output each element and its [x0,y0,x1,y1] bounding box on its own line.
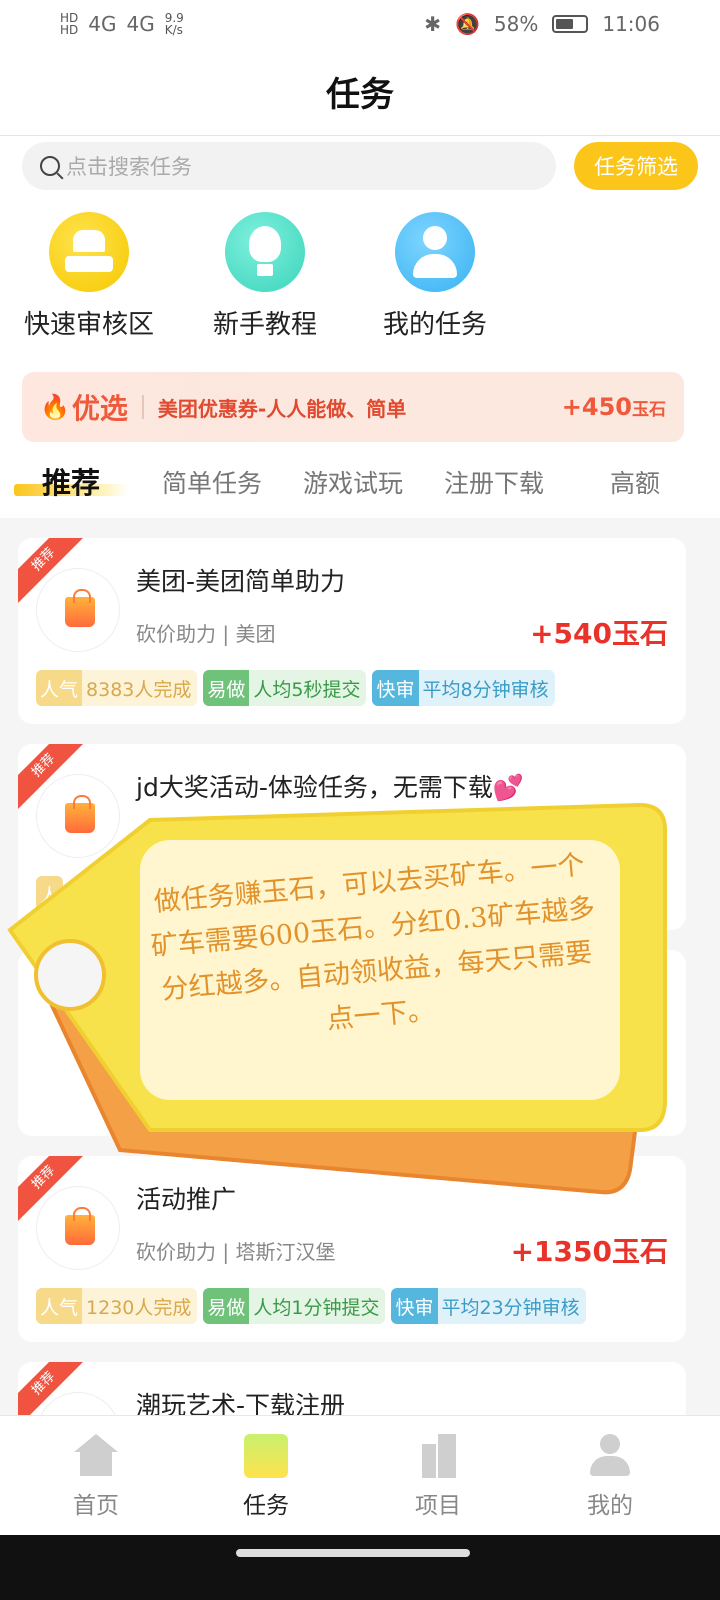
task-tags: 人 [36,876,64,912]
tab-recommended[interactable]: 推荐 [42,460,100,502]
bluetooth-icon: ✱ [424,12,441,36]
clock: 11:06 [602,12,660,36]
quick-action-tutorial[interactable]: 新手教程 [180,212,350,341]
task-title: 潮玩艺术-下载注册 [136,1391,346,1415]
nav-label: 项目 [415,1493,461,1519]
user-icon [395,212,475,292]
task-icon [244,1434,288,1478]
network-indicator: HD HD [60,11,79,37]
task-card[interactable]: 推荐 潮玩艺术-下载注册 [18,1362,686,1415]
quick-actions: 快速审核区 新手教程 我的任务 [0,212,720,342]
shopping-bag-icon [65,795,95,833]
task-title: 活动推广 [136,1185,237,1214]
tab-register[interactable]: 注册下载 [444,464,544,500]
bottom-navigation: 首页 任务 项目 我的 [0,1415,720,1535]
shopping-bag-icon [65,589,95,627]
signal-icon-2: 4G [126,12,155,36]
building-icon [416,1434,460,1478]
search-row: 点击搜索任务 任务筛选 [22,142,698,190]
fast-review-tag: 快审 平均8分钟审核 [372,670,555,706]
quick-action-label: 我的任务 [382,310,487,340]
page-title: 任务 [326,75,394,115]
task-title: 美团-美团简单助力 [136,567,346,596]
fast-review-tag: 快审 平均23分钟审核 [391,1288,586,1324]
status-right: ✱ 🔕 58% 11:06 [424,12,660,36]
search-input[interactable]: 点击搜索任务 [22,142,556,190]
system-navigation-bar [0,1535,720,1600]
top-bar: 任务 [0,48,720,136]
lightbulb-icon [225,212,305,292]
battery-icon [552,15,589,33]
easy-tag: 易做 人均1分钟提交 [203,1288,386,1324]
tab-games[interactable]: 游戏试玩 [303,464,403,500]
popularity-tag: 人 [36,876,64,912]
nav-label: 任务 [243,1493,289,1519]
quick-action-review[interactable]: 快速审核区 [4,212,174,341]
promo-text: 美团优惠券-人人能做、简单 [157,396,407,421]
nav-home[interactable]: 首页 [26,1434,166,1520]
task-tags: 人气 1230人完成 易做 人均1分钟提交 快审 平均23分钟审核 [36,1288,586,1324]
task-subtitle: 砍价助力 | 塔斯汀汉堡 [136,1240,336,1264]
quick-action-label: 快速审核区 [23,310,154,340]
status-bar: HD HD 4G 4G 9.9 K/s ✱ 🔕 58% 11:06 [0,0,720,48]
quick-action-label: 新手教程 [212,310,317,340]
popularity-tag: 人气 1230人完成 [36,1288,198,1324]
task-reward: +1350玉石 [510,1235,668,1268]
promo-banner[interactable]: 🔥 优选 美团优惠券-人人能做、简单 +450玉石 [22,372,684,442]
nav-label: 首页 [73,1493,119,1519]
home-icon [74,1434,118,1478]
task-tags: 人气 8383人完成 易做 人均5秒提交 快审 平均8分钟审核 [36,670,555,706]
task-reward: +540玉石 [530,617,668,650]
shopping-bag-icon [65,1207,95,1245]
mute-icon: 🔕 [455,12,480,36]
category-tabs: 推荐 简单任务 游戏试玩 注册下载 高额 [0,458,720,514]
status-left: HD HD 4G 4G 9.9 K/s [60,12,184,36]
signal-icon: 4G [88,12,117,36]
task-title: jd大奖活动-体验任务，无需下载💕 [136,773,524,802]
promo-divider [141,395,144,419]
task-filter-button[interactable]: 任务筛选 [574,142,698,190]
task-card[interactable]: 推荐 美团-美团简单助力 砍价助力 | 美团 +540玉石 人气 8383人完成 … [18,538,686,724]
task-card[interactable]: 推荐 活动推广 砍价助力 | 塔斯汀汉堡 +1350玉石 人气 1230人完成 易… [18,1156,686,1342]
nav-tasks[interactable]: 任务 [196,1434,336,1520]
nav-label: 我的 [587,1493,633,1519]
net-speed: 9.9 K/s [164,11,184,37]
tab-simple[interactable]: 简单任务 [162,464,262,500]
promo-reward: +450玉石 [561,393,666,421]
search-icon [40,156,60,176]
search-placeholder: 点击搜索任务 [66,155,192,179]
fire-icon: 🔥 [40,393,70,421]
task-subtitle: 砍价助力 | 美团 [136,622,276,646]
task-avatar [36,568,120,652]
battery-percent: 58% [493,12,539,36]
nav-profile[interactable]: 我的 [540,1434,680,1520]
popularity-tag: 人气 8383人完成 [36,670,198,706]
stamp-icon [49,212,129,292]
task-avatar [36,1186,120,1270]
profile-icon [588,1434,632,1478]
quick-action-my-tasks[interactable]: 我的任务 [350,212,520,341]
nav-projects[interactable]: 项目 [368,1434,508,1520]
task-avatar [36,774,120,858]
easy-tag: 易做 人均5秒提交 [203,670,367,706]
tab-high-reward[interactable]: 高额 [610,464,660,500]
promo-tag: 🔥 优选 [40,392,128,425]
home-gesture-handle[interactable] [236,1549,470,1557]
